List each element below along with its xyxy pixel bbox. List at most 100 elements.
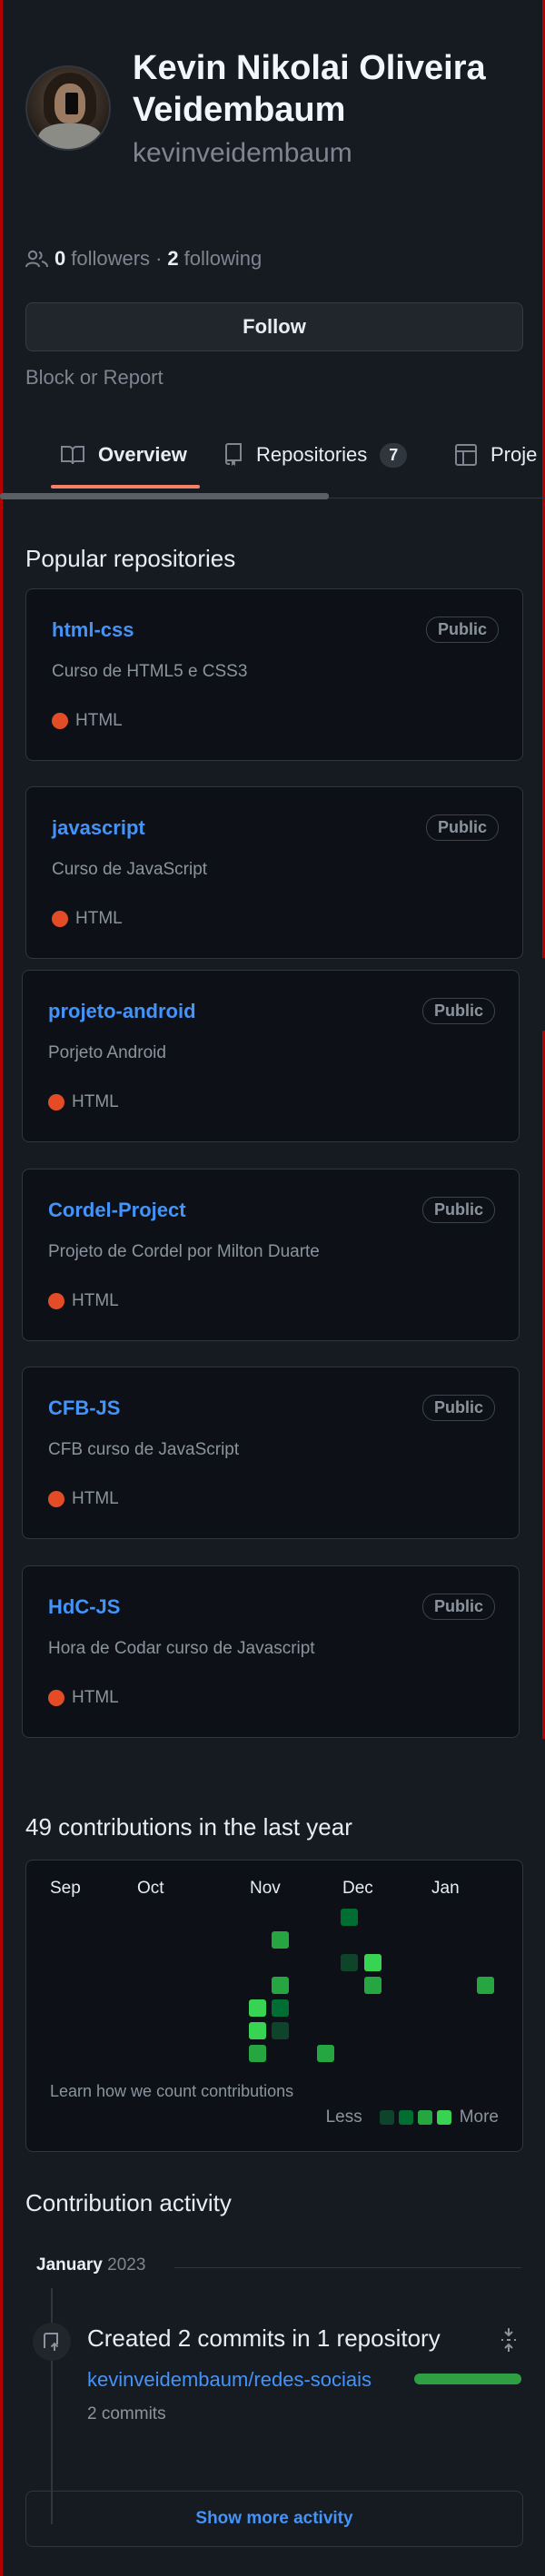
repo-name-link[interactable]: html-css <box>52 618 134 642</box>
table-icon <box>455 444 477 466</box>
language-color-dot <box>48 1293 64 1309</box>
language-label: HTML <box>72 1291 119 1310</box>
legend-less: Less <box>325 2107 362 2127</box>
activity-repo-link[interactable]: kevinveidembaum/redes-sociais <box>87 2368 372 2392</box>
visibility-badge: Public <box>421 1395 495 1421</box>
profile-login: kevinveidembaum <box>133 138 352 168</box>
repo-card: javascript Public Curso de JavaScript HTML <box>25 786 523 959</box>
repo-name-link[interactable]: HdC-JS <box>48 1595 120 1619</box>
tab-projects[interactable]: Proje <box>454 427 537 483</box>
visibility-badge: Public <box>425 814 499 841</box>
repo-language: HTML <box>48 1092 119 1112</box>
repo-card: html-css Public Curso de HTML5 e CSS3 HTML <box>25 588 523 761</box>
month-label: Oct <box>137 1879 164 1898</box>
following-count[interactable]: 2 <box>167 247 178 271</box>
repo-push-icon <box>33 2323 71 2361</box>
contribution-day[interactable] <box>317 2045 334 2062</box>
tab-overview[interactable]: Overview <box>60 427 187 483</box>
month-label: Jan <box>431 1879 460 1898</box>
left-edge-marker <box>0 0 3 2576</box>
fold-icon[interactable] <box>498 2327 520 2353</box>
followers-count[interactable]: 0 <box>54 247 65 271</box>
language-color-dot <box>48 1690 64 1706</box>
follow-button[interactable]: Follow <box>25 302 523 351</box>
commit-bar <box>414 2374 521 2384</box>
legend-more: More <box>459 2107 499 2127</box>
language-label: HTML <box>72 1092 119 1111</box>
people-icon <box>25 250 48 268</box>
repo-card: projeto-android Public Porjeto Android HTML <box>22 970 520 1142</box>
contribution-day[interactable] <box>272 1999 289 2017</box>
legend-level-1 <box>379 2110 394 2125</box>
legend-level-3 <box>417 2110 432 2125</box>
following-label[interactable]: following <box>184 247 263 271</box>
contribution-day[interactable] <box>477 1977 494 1994</box>
contribution-day[interactable] <box>249 1999 266 2017</box>
repo-name-link[interactable]: CFB-JS <box>48 1397 120 1420</box>
repo-description: Curso de HTML5 e CSS3 <box>52 662 248 681</box>
month-label: Sep <box>50 1879 81 1898</box>
repo-language: HTML <box>52 909 123 929</box>
contribution-legend: Less More <box>326 2107 499 2127</box>
learn-contributions-link[interactable]: Learn how we count contributions <box>50 2082 293 2101</box>
contribution-day[interactable] <box>249 2045 266 2062</box>
repo-name-link[interactable]: javascript <box>52 816 145 840</box>
repo-card: CFB-JS Public CFB curso de JavaScript HTML <box>22 1367 520 1539</box>
contribution-day[interactable] <box>341 1909 358 1926</box>
separator: · <box>155 247 163 270</box>
repo-language: HTML <box>48 1489 119 1509</box>
repo-description: CFB curso de JavaScript <box>48 1440 240 1459</box>
visibility-badge: Public <box>425 617 499 643</box>
contribution-day[interactable] <box>272 1931 289 1949</box>
repositories-counter: 7 <box>380 442 408 468</box>
block-report-link[interactable]: Block or Report <box>25 366 164 390</box>
activity-year: 2023 <box>107 2255 146 2275</box>
language-label: HTML <box>75 711 123 730</box>
contribution-day[interactable] <box>249 2022 266 2039</box>
activity-commit-count[interactable]: 2 commits <box>87 2404 166 2424</box>
show-more-activity-button[interactable]: Show more activity <box>25 2491 523 2547</box>
repo-name-link[interactable]: Cordel-Project <box>48 1199 186 1222</box>
month-divider <box>174 2267 521 2268</box>
profile-tabs: Overview Repositories 7 Proje <box>0 427 545 501</box>
visibility-badge: Public <box>421 1594 495 1620</box>
repo-card: Cordel-Project Public Projeto de Cordel po… <box>22 1169 520 1341</box>
contribution-day[interactable] <box>272 2022 289 2039</box>
language-label: HTML <box>72 1688 119 1707</box>
avatar[interactable] <box>25 65 111 151</box>
book-icon <box>61 446 84 465</box>
contribution-day[interactable] <box>341 1954 358 1971</box>
activity-month-name: January <box>36 2255 103 2275</box>
language-color-dot <box>52 911 68 927</box>
contribution-day[interactable] <box>364 1977 382 1994</box>
repo-language: HTML <box>48 1291 119 1311</box>
activity-title: Contribution activity <box>25 2189 232 2216</box>
repo-language: HTML <box>52 711 123 731</box>
profile-name: Kevin Nikolai Oliveira Veidembaum <box>133 49 486 129</box>
contribution-day[interactable] <box>272 1977 289 1994</box>
popular-repos-title: Popular repositories <box>25 545 236 572</box>
contributions-title: 49 contributions in the last year <box>25 1813 352 1841</box>
tab-projects-label: Proje <box>490 443 538 466</box>
visibility-badge: Public <box>421 998 495 1024</box>
activity-event-title[interactable]: Created 2 commits in 1 repository <box>87 2324 441 2353</box>
follow-stats: 0 followers · 2 following <box>25 247 262 271</box>
repo-icon <box>225 443 242 466</box>
active-tab-indicator <box>51 485 200 489</box>
language-color-dot <box>52 713 68 729</box>
repo-description: Curso de JavaScript <box>52 860 208 879</box>
language-label: HTML <box>72 1489 119 1508</box>
tabs-scrollbar[interactable] <box>0 493 329 499</box>
contribution-day[interactable] <box>364 1954 382 1971</box>
tab-repositories[interactable]: Repositories 7 <box>223 427 408 483</box>
profile-page: Kevin Nikolai Oliveira Veidembaum kevinv… <box>0 0 545 2576</box>
tab-overview-label: Overview <box>98 443 187 466</box>
month-label: Dec <box>342 1879 373 1898</box>
repo-description: Porjeto Android <box>48 1043 166 1062</box>
repo-name-link[interactable]: projeto-android <box>48 1000 196 1023</box>
visibility-badge: Public <box>421 1197 495 1223</box>
language-label: HTML <box>75 909 123 928</box>
followers-label[interactable]: followers <box>71 247 150 271</box>
legend-level-2 <box>398 2110 413 2125</box>
repo-description: Hora de Codar curso de Javascript <box>48 1639 315 1658</box>
